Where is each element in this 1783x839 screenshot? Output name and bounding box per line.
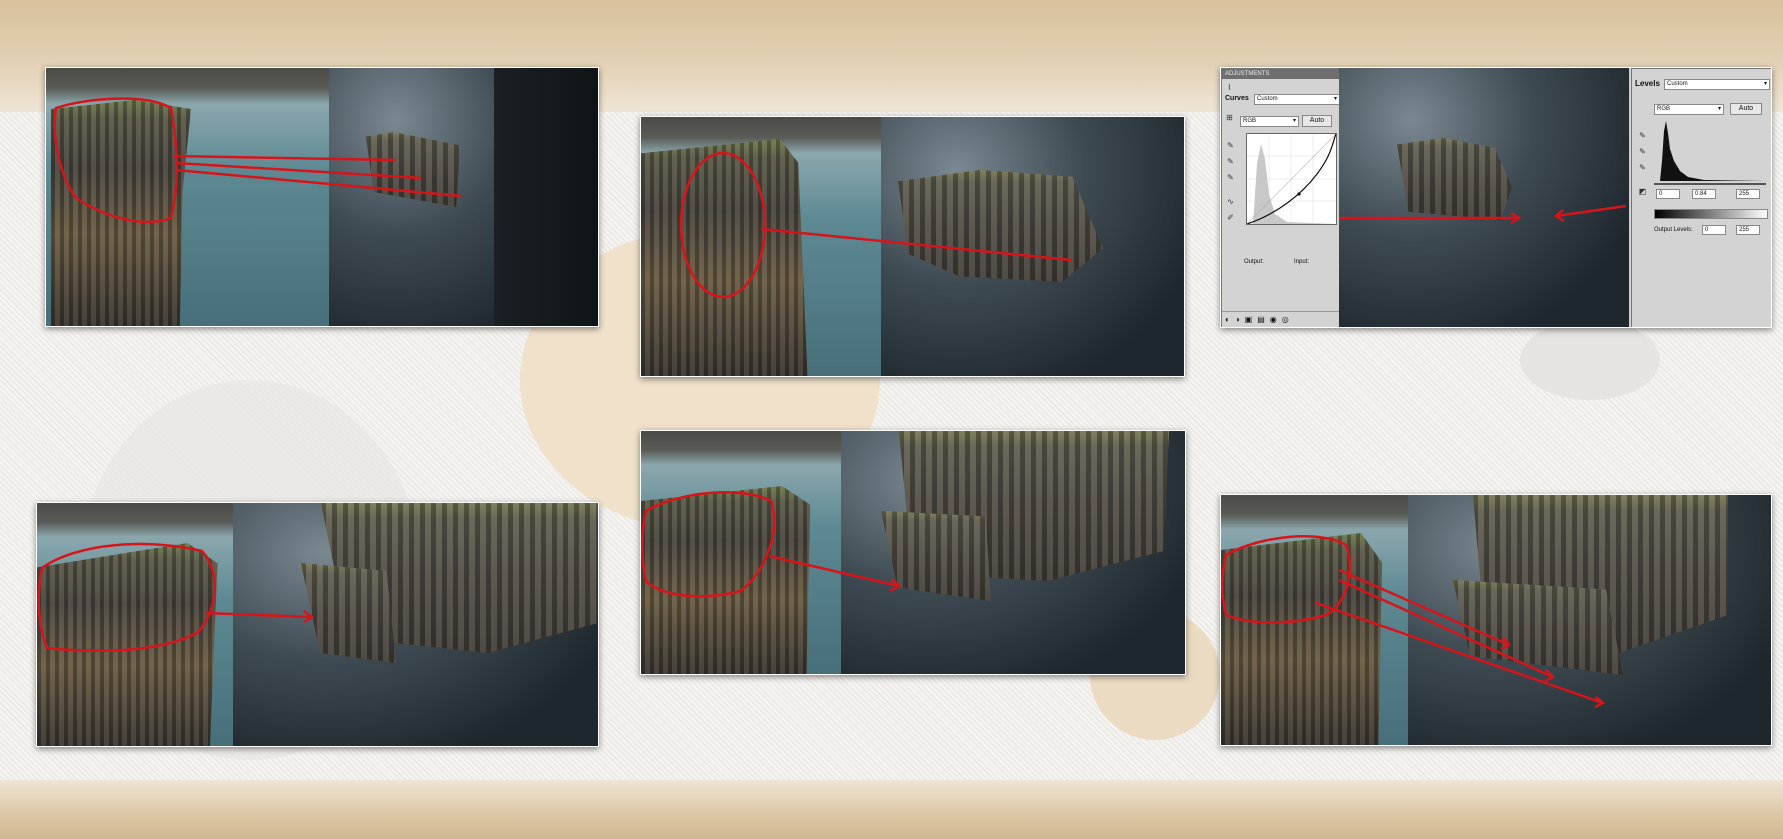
output-black-field[interactable]: 0 — [1702, 225, 1726, 235]
step-image-3: ADJUSTMENTS ⌇ Curves Custom ▾ ⊞ RGB ▾ Au… — [1220, 67, 1772, 328]
channel-value: RGB — [1657, 106, 1671, 112]
source-cliff-photo — [641, 431, 841, 674]
floating-cliff-piece — [366, 132, 460, 207]
channel-value: RGB — [1243, 118, 1257, 124]
curve-point-tool-icon[interactable]: ∿ — [1226, 197, 1235, 206]
curves-adjustments-panel: ADJUSTMENTS ⌇ Curves Custom ▾ ⊞ RGB ▾ Au… — [1221, 68, 1343, 327]
cliff-face — [51, 100, 191, 326]
clip-warning-icon: ◩ — [1638, 187, 1647, 196]
output-levels-label: Output Levels: — [1654, 227, 1693, 233]
preset-value: Custom — [1667, 81, 1688, 87]
eyedropper-icon[interactable]: ✎ — [1226, 173, 1235, 182]
step-image-5 — [640, 430, 1186, 675]
curves-preset-select[interactable]: Custom ▾ — [1254, 94, 1340, 105]
output-white-field[interactable]: 255 — [1736, 225, 1760, 235]
storm-background — [1339, 68, 1629, 327]
step-image-4 — [36, 502, 599, 747]
eyedropper-icon[interactable]: ✎ — [1638, 131, 1647, 140]
curves-channel-select[interactable]: RGB ▾ — [1240, 116, 1299, 127]
storm-background — [1408, 495, 1771, 745]
chevron-down-icon: ▾ — [1763, 81, 1767, 87]
preset-value: Custom — [1257, 96, 1278, 102]
input-black-field[interactable]: 0 — [1656, 189, 1680, 199]
adjustments-tab[interactable]: ADJUSTMENTS — [1222, 69, 1340, 79]
step-image-2 — [640, 116, 1185, 377]
storm-background — [841, 431, 1185, 674]
step-image-1 — [45, 67, 599, 327]
chevron-down-icon: ▾ — [1717, 106, 1721, 112]
levels-auto-button[interactable]: Auto — [1730, 103, 1762, 115]
cliff-face — [1221, 533, 1382, 745]
floating-cliff-piece — [898, 170, 1103, 282]
levels-channel-select[interactable]: RGB ▾ — [1654, 104, 1724, 115]
source-cliff-photo — [37, 503, 233, 746]
eyedropper-icon[interactable]: ✎ — [1226, 157, 1235, 166]
floating-cliff-piece — [1397, 138, 1512, 220]
floating-cliff-piece — [1453, 580, 1623, 675]
cliff-face — [37, 543, 218, 746]
cliff-face — [641, 139, 808, 376]
levels-preset-select[interactable]: Custom ▾ — [1664, 79, 1770, 90]
output-gradient[interactable] — [1654, 209, 1768, 219]
floating-cliff-piece — [881, 511, 991, 601]
chevron-down-icon: ▾ — [1333, 96, 1337, 102]
cliff-face — [641, 486, 811, 674]
output-label: Output: — [1244, 259, 1264, 265]
source-cliff-photo — [641, 117, 881, 376]
chevron-down-icon: ▾ — [1292, 118, 1296, 124]
source-cliff-photo — [46, 68, 329, 326]
eyedropper-icon[interactable]: ✎ — [1638, 163, 1647, 172]
eyedropper-icon[interactable]: ✎ — [1638, 147, 1647, 156]
pencil-tool-icon[interactable]: ✐ — [1226, 213, 1235, 222]
panel-footer-icons: ◐◑▣▤◉◎ — [1222, 311, 1343, 327]
curves-auto-button[interactable]: Auto — [1302, 115, 1332, 127]
storm-background — [233, 503, 598, 746]
input-slider-track[interactable] — [1654, 183, 1766, 185]
input-label: Input: — [1294, 259, 1310, 265]
decor-circle — [1520, 320, 1660, 400]
input-gamma-field[interactable]: 0.84 — [1692, 189, 1716, 199]
floating-cliff-piece — [301, 563, 396, 663]
step-image-6 — [1220, 494, 1772, 746]
input-white-field[interactable]: 255 — [1736, 189, 1760, 199]
histogram-icon — [1660, 121, 1766, 181]
channel-icon: ⊞ — [1226, 113, 1233, 122]
bottom-band — [0, 780, 1783, 839]
curves-graph[interactable] — [1246, 133, 1337, 225]
source-cliff-photo — [1221, 495, 1408, 745]
eyedropper-icon[interactable]: ✎ — [1226, 141, 1235, 150]
storm-background — [881, 117, 1184, 376]
dark-wall — [494, 68, 598, 326]
curves-icon: ⌇ — [1227, 83, 1232, 92]
levels-panel: Levels Custom ▾ RGB ▾ Auto ✎ ✎ ✎ ◩ 0 0.8… — [1631, 68, 1771, 327]
levels-label: Levels — [1635, 79, 1660, 88]
storm-background — [329, 68, 598, 326]
curves-label: Curves — [1225, 95, 1249, 102]
